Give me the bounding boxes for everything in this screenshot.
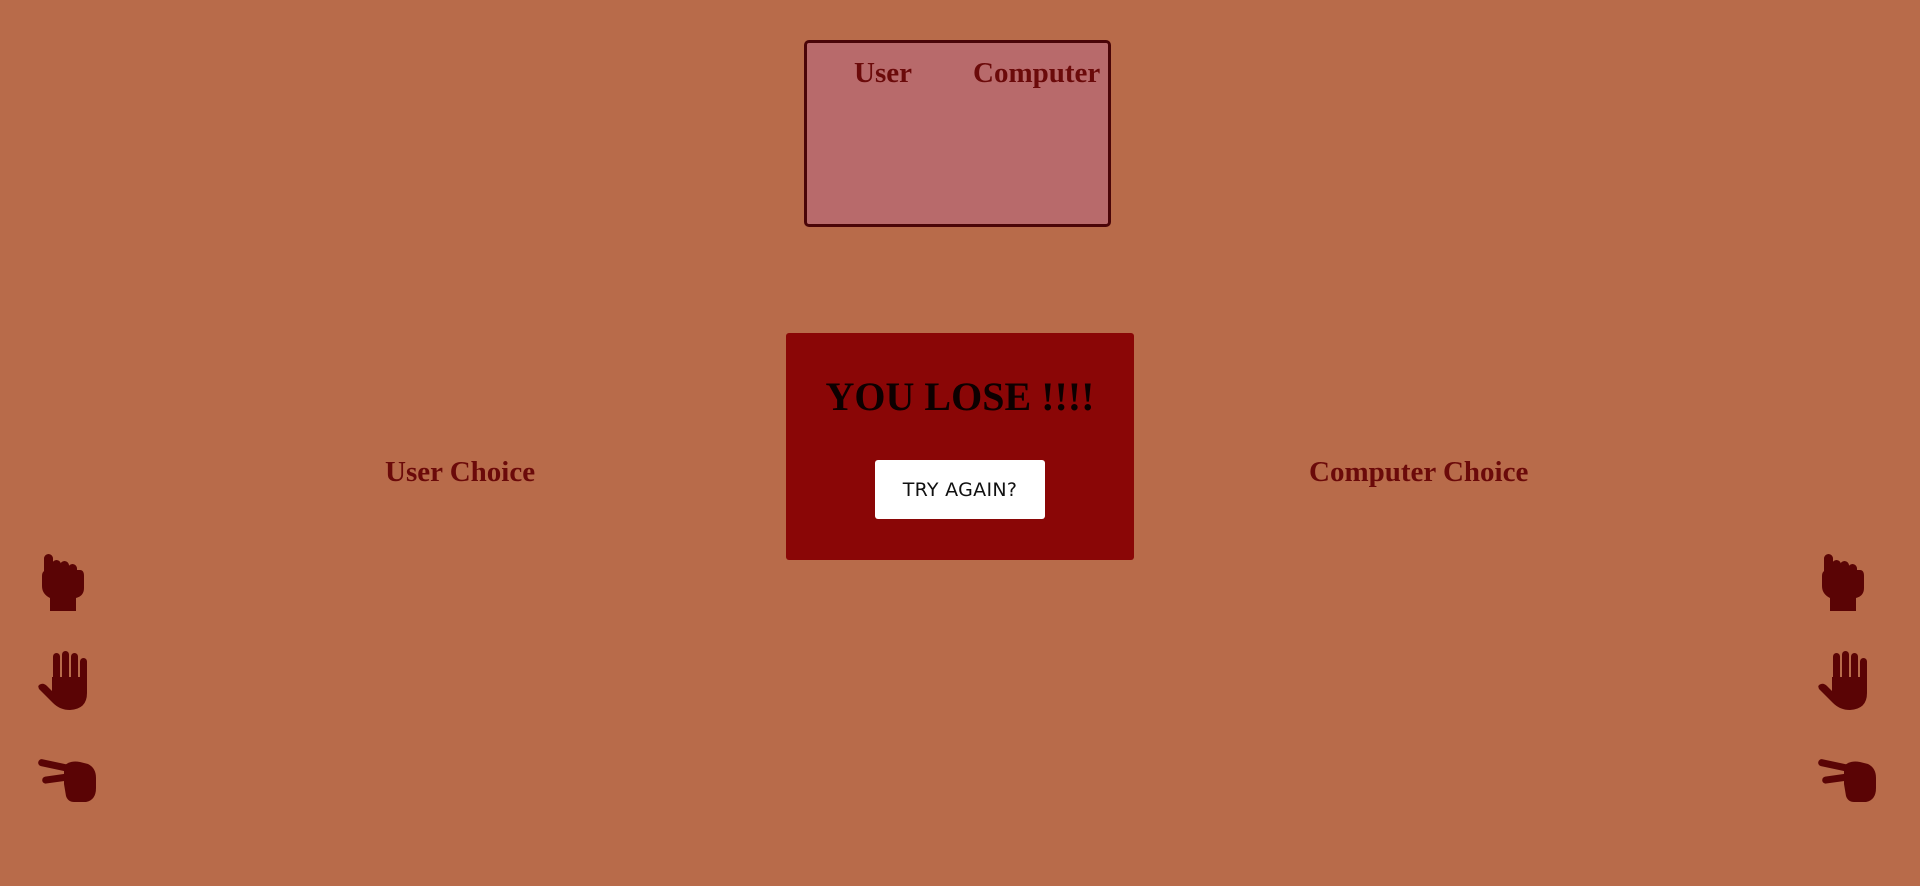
computer-choice-title: Computer Choice (1309, 456, 1529, 488)
user-rock-button[interactable] (36, 550, 100, 614)
user-scissors-button[interactable] (36, 748, 100, 812)
paper-hand-icon (38, 651, 87, 710)
computer-scissors-icon-slot (1816, 748, 1880, 812)
computer-rock-icon-slot (1816, 550, 1880, 614)
scissors-hand-icon (38, 759, 96, 802)
paper-hand-icon (1818, 651, 1867, 710)
rock-hand-icon (1822, 554, 1864, 611)
rock-hand-icon (42, 554, 84, 611)
computer-paper-icon-slot (1816, 649, 1880, 713)
user-paper-button[interactable] (36, 649, 100, 713)
user-choice-title: User Choice (385, 456, 536, 488)
scissors-hand-icon (1818, 759, 1876, 802)
game-page: User Computer User Choice Computer Choic… (0, 0, 1920, 886)
result-message: YOU LOSE !!!! (825, 374, 1095, 419)
scoreboard: User Computer (804, 40, 1111, 227)
scoreboard-user-label: User (854, 57, 912, 89)
try-again-button[interactable]: TRY AGAIN? (875, 460, 1045, 519)
scoreboard-computer-label: Computer (973, 57, 1101, 89)
result-modal: YOU LOSE !!!! TRY AGAIN? (786, 333, 1134, 560)
